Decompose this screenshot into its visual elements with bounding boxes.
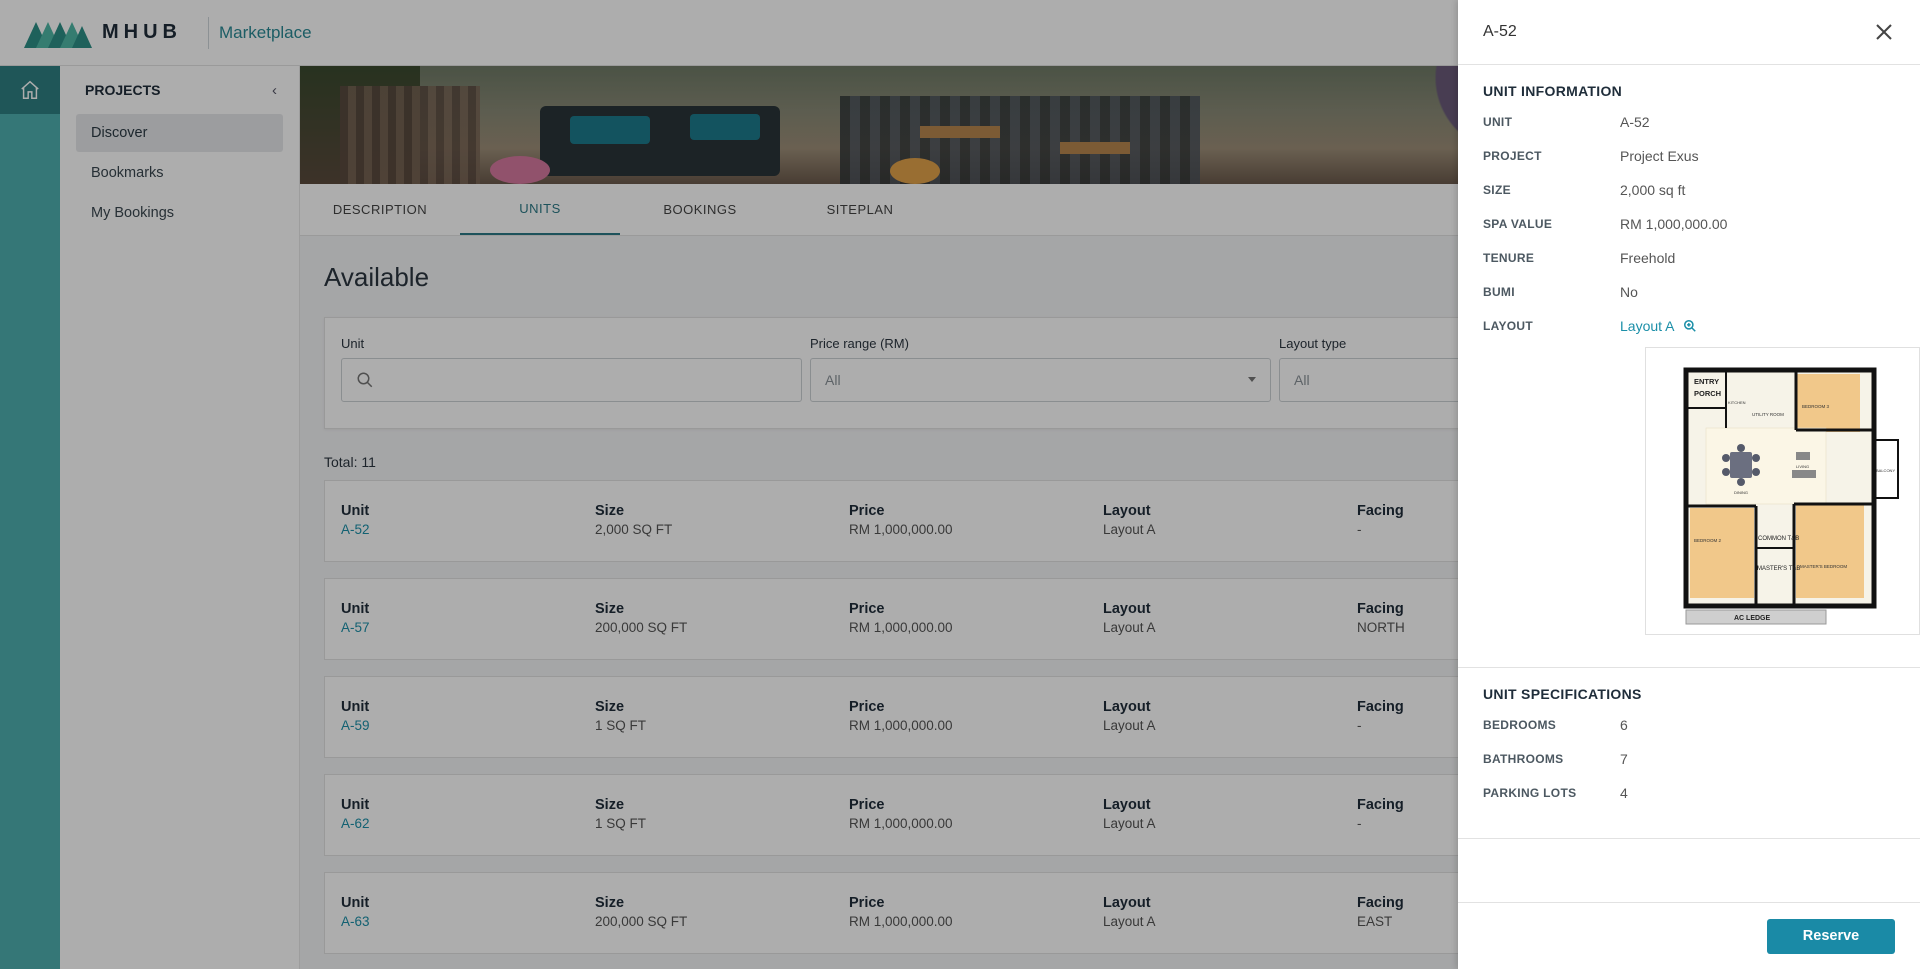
spec-value: 4	[1620, 785, 1628, 801]
floorplan-label: ENTRY	[1694, 377, 1719, 386]
spec-key: BATHROOMS	[1483, 752, 1564, 766]
floorplan-label: BALCONY	[1876, 468, 1895, 473]
floorplan-label: BEDROOM 2	[1694, 538, 1722, 543]
unit-detail-drawer: A-52 UNIT INFORMATION UNIT A-52 PROJECT …	[1458, 0, 1920, 969]
layout-link-label: Layout A	[1620, 318, 1675, 334]
info-row-unit: UNIT A-52	[1483, 105, 1895, 139]
layout-link[interactable]: Layout A	[1620, 318, 1697, 334]
unit-information-section: UNIT INFORMATION UNIT A-52 PROJECT Proje…	[1458, 65, 1920, 635]
close-icon[interactable]	[1872, 20, 1896, 44]
info-value: Project Exus	[1620, 148, 1699, 164]
floorplan-label: UTILITY ROOM	[1752, 412, 1784, 417]
modal-backdrop[interactable]	[0, 0, 1458, 969]
drawer-header: A-52	[1458, 0, 1920, 65]
drawer-footer: Reserve	[1458, 902, 1920, 969]
floorplan-label: COMMON T&B	[1758, 536, 1799, 542]
info-row-spa-value: SPA VALUE RM 1,000,000.00	[1483, 207, 1895, 241]
info-value: RM 1,000,000.00	[1620, 216, 1728, 232]
section-divider	[1458, 838, 1920, 839]
info-row-layout: LAYOUT Layout A	[1483, 309, 1895, 343]
floorplan-label: LIVING	[1796, 464, 1809, 469]
info-row-size: SIZE 2,000 sq ft	[1483, 173, 1895, 207]
floorplan-label: AC LEDGE	[1734, 615, 1771, 622]
spec-row-bedrooms: BEDROOMS 6	[1483, 708, 1895, 742]
spec-value: 7	[1620, 751, 1628, 767]
spec-key: BEDROOMS	[1483, 718, 1557, 732]
unit-specifications-title: UNIT SPECIFICATIONS	[1483, 686, 1642, 702]
unit-specifications-section: UNIT SPECIFICATIONS BEDROOMS 6 BATHROOMS…	[1458, 668, 1920, 810]
info-key: SPA VALUE	[1483, 217, 1553, 231]
drawer-title: A-52	[1483, 23, 1517, 40]
zoom-in-icon	[1683, 319, 1696, 332]
unit-information-title: UNIT INFORMATION	[1483, 83, 1623, 99]
info-key: PROJECT	[1483, 149, 1542, 163]
info-row-bumi: BUMI No	[1483, 275, 1895, 309]
info-value: No	[1620, 284, 1638, 300]
info-row-project: PROJECT Project Exus	[1483, 139, 1895, 173]
spec-row-bathrooms: BATHROOMS 7	[1483, 742, 1895, 776]
info-key: BUMI	[1483, 285, 1515, 299]
info-key: UNIT	[1483, 115, 1513, 129]
reserve-button[interactable]: Reserve	[1767, 918, 1895, 954]
spec-row-parking-lots: PARKING LOTS 4	[1483, 776, 1895, 810]
info-key: LAYOUT	[1483, 319, 1534, 333]
info-row-tenure: TENURE Freehold	[1483, 241, 1895, 275]
floorplan-label: PORCH	[1694, 389, 1721, 398]
info-key: TENURE	[1483, 251, 1535, 265]
floorplan-label: BEDROOM 3	[1802, 404, 1830, 409]
spec-key: PARKING LOTS	[1483, 786, 1577, 800]
info-value: Freehold	[1620, 250, 1676, 266]
info-value: 2,000 sq ft	[1620, 182, 1686, 198]
spec-value: 6	[1620, 717, 1628, 733]
floorplan-image[interactable]: ENTRY PORCH KITCHEN UTILITY ROOM BEDROOM…	[1645, 347, 1920, 635]
floorplan-label: DINING	[1734, 490, 1748, 495]
floorplan-label: MASTER'S BEDROOM	[1800, 564, 1847, 569]
info-value: A-52	[1620, 114, 1650, 130]
floorplan-label: MASTER'S T&B	[1757, 566, 1800, 572]
floorplan-label: KITCHEN	[1728, 400, 1746, 405]
info-key: SIZE	[1483, 183, 1511, 197]
